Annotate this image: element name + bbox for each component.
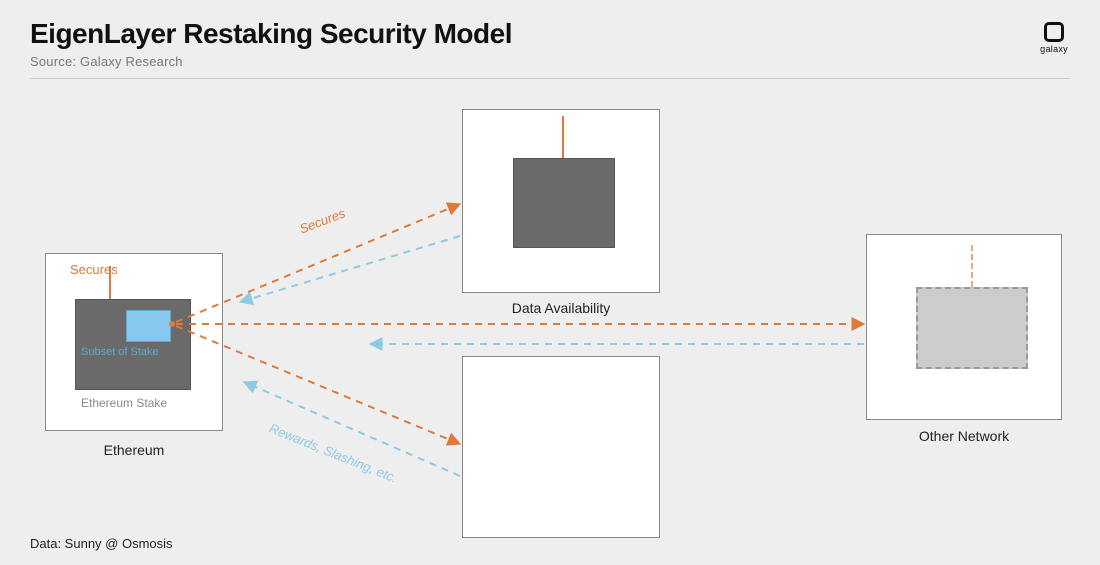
subset-of-stake-label: Subset of Stake <box>81 346 159 358</box>
da-secures-connector <box>562 116 564 158</box>
logo-text: galaxy <box>1040 44 1068 54</box>
da-inner-box <box>513 158 615 248</box>
edge-label-secures: Secures <box>297 205 347 236</box>
node-other-network <box>866 234 1062 420</box>
subset-of-stake-box <box>126 310 171 342</box>
logo-icon <box>1044 22 1064 42</box>
footer-credit: Data: Sunny @ Osmosis <box>30 536 173 551</box>
node-other-network-label: Other Network <box>866 428 1062 444</box>
edge-rewards-from-da <box>240 236 460 302</box>
node-middle-blank <box>462 356 660 538</box>
diagram-canvas: EigenLayer Restaking Security Model Sour… <box>0 0 1100 565</box>
other-connector <box>971 245 973 287</box>
node-data-availability-label: Data Availability <box>462 300 660 316</box>
node-ethereum: Secures Subset of Stake Ethereum Stake <box>45 253 223 431</box>
logo: galaxy <box>1040 22 1068 54</box>
node-ethereum-label: Ethereum <box>45 442 223 458</box>
header-divider <box>30 78 1070 79</box>
page-title: EigenLayer Restaking Security Model <box>30 18 1070 50</box>
secures-label: Secures <box>70 262 118 277</box>
edge-label-rewards: Rewards, Slashing, etc. <box>267 421 399 486</box>
node-data-availability <box>462 109 660 293</box>
header: EigenLayer Restaking Security Model Sour… <box>30 18 1070 69</box>
other-inner-box <box>916 287 1028 369</box>
ethereum-stake-label: Ethereum Stake <box>81 396 167 410</box>
source-line: Source: Galaxy Research <box>30 54 1070 69</box>
